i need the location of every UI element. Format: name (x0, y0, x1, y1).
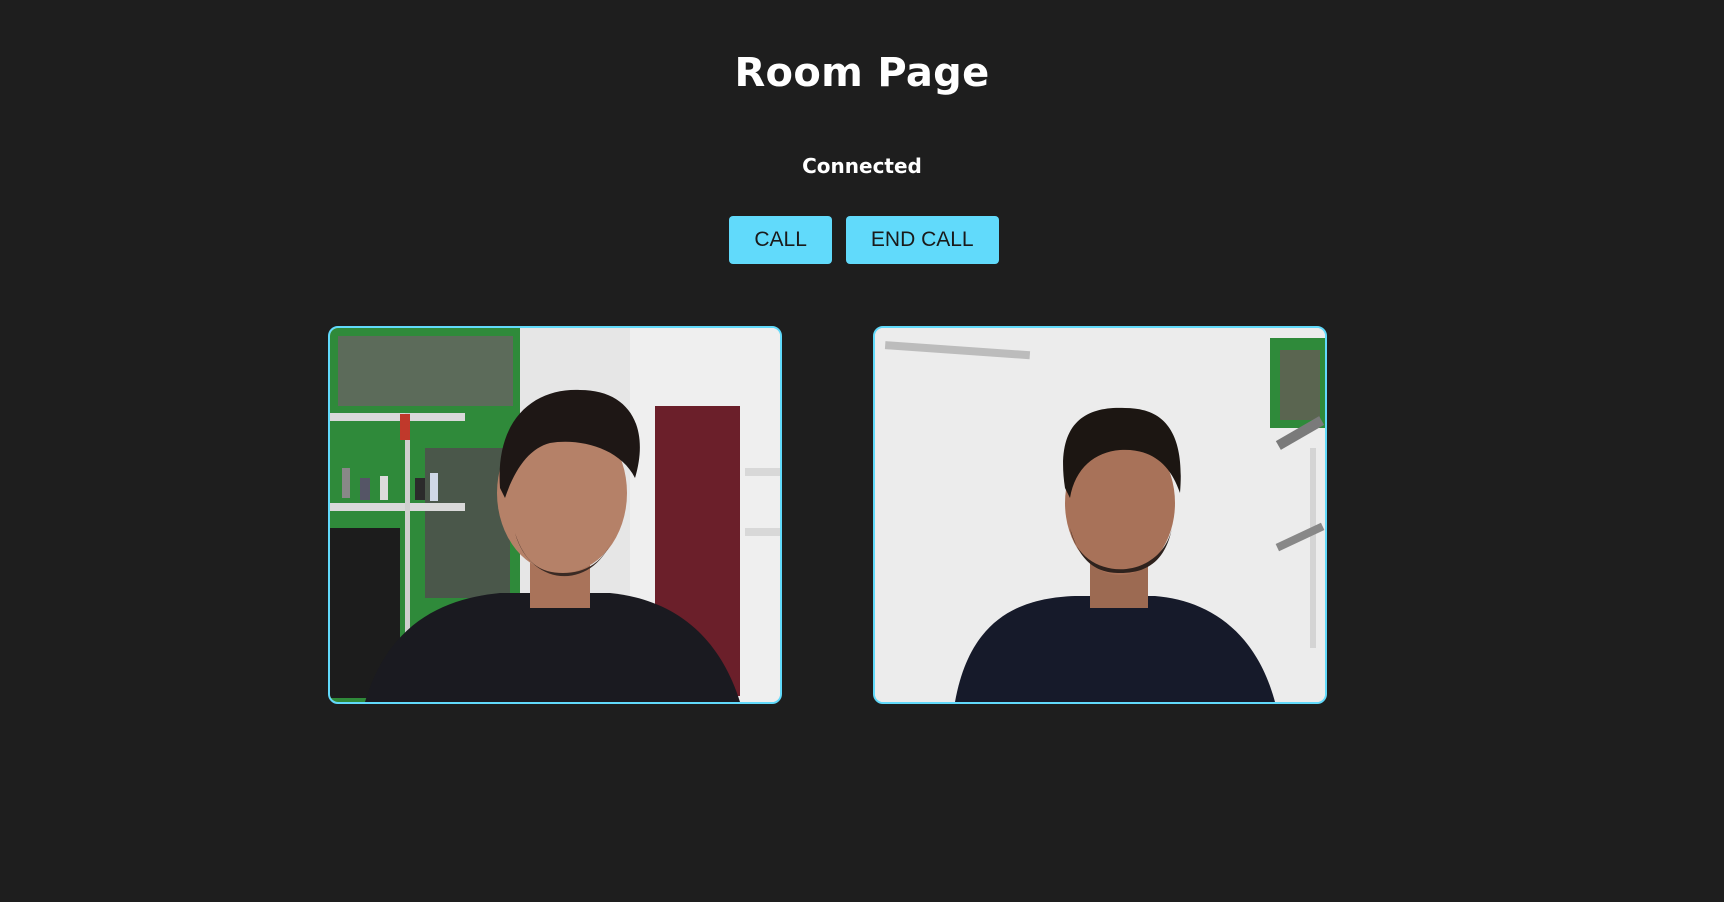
call-controls: CALL END CALL (0, 216, 1724, 264)
call-button[interactable]: CALL (729, 216, 832, 264)
end-call-button[interactable]: END CALL (845, 216, 999, 264)
room-page: Room Page Connected CALL END CALL (0, 0, 1724, 902)
connection-status: Connected (802, 154, 922, 178)
remote-video-feed-illustration (875, 328, 1325, 702)
local-video (328, 326, 782, 704)
video-grid (328, 326, 1328, 704)
remote-video (873, 326, 1327, 704)
page-title: Room Page (734, 50, 990, 96)
local-video-feed-illustration (330, 328, 780, 702)
